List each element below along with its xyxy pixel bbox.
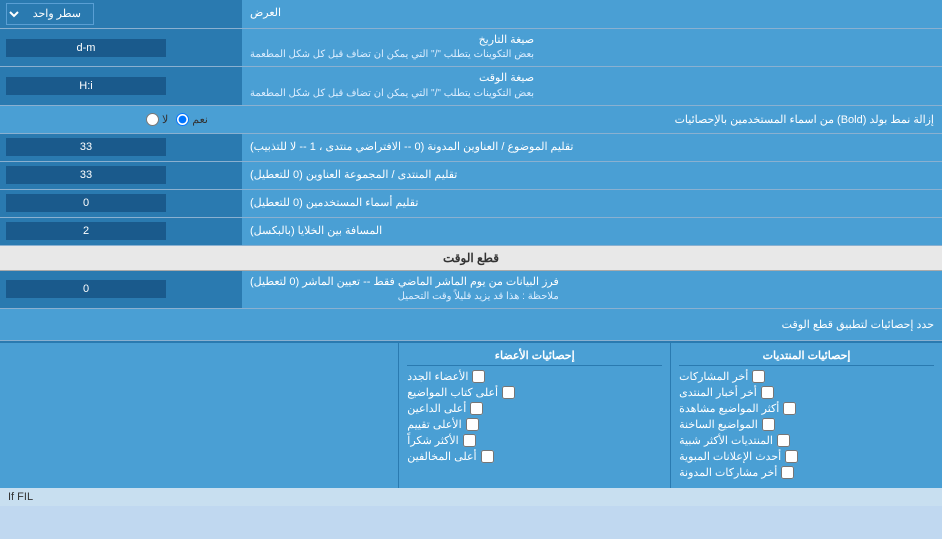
date-format-input-container [0, 29, 240, 66]
checkbox-forum-1[interactable] [752, 370, 765, 383]
checkbox-forum-2[interactable] [761, 386, 774, 399]
checkbox-forum-4[interactable] [762, 418, 775, 431]
list-item: الأعضاء الجدد [407, 370, 662, 383]
time-format-input-container [0, 67, 240, 104]
list-item: أكثر المواضيع مشاهدة [679, 402, 934, 415]
checkbox-forum-3[interactable] [783, 402, 796, 415]
bold-row: إزالة نمط بولد (Bold) من اسماء المستخدمي… [0, 106, 942, 134]
checkbox-member-1[interactable] [472, 370, 485, 383]
cell-spacing-input-container [0, 218, 240, 245]
list-item: أحدث الإعلانات المبوية [679, 450, 934, 463]
time-format-input[interactable] [6, 77, 166, 95]
forum-stats-header: إحصائيات المنتديات [679, 349, 934, 366]
checkbox-member-2[interactable] [502, 386, 515, 399]
forum-stats-column: إحصائيات المنتديات أخر المشاركات أخر أخب… [670, 343, 942, 488]
topics-input[interactable] [6, 138, 166, 156]
limit-row: حدد إحصائيات لتطبيق قطع الوقت [0, 309, 942, 341]
time-format-label: صيغة الوقت بعض التكوينات يتطلب "/" التي … [240, 67, 942, 104]
checkbox-forum-6[interactable] [785, 450, 798, 463]
member-stats-column: إحصائيات الأعضاء الأعضاء الجدد أعلى كتاب… [398, 343, 670, 488]
bold-label: إزالة نمط بولد (Bold) من اسماء المستخدمي… [208, 113, 934, 126]
checkbox-member-4[interactable] [466, 418, 479, 431]
list-item: المنتديات الأكثر شبية [679, 434, 934, 447]
usernames-label: تقليم أسماء المستخدمين (0 للتعطيل) [240, 190, 942, 217]
time-cutoff-label: فرز البيانات من يوم الماشر الماضي فقط --… [240, 271, 942, 308]
cell-spacing-label: المسافة بين الخلايا (بالبكسل) [240, 218, 942, 245]
bold-radio-no[interactable]: لا [146, 113, 168, 126]
usernames-input[interactable] [6, 194, 166, 212]
title-label: العرض [240, 0, 942, 28]
time-cutoff-header: قطع الوقت [0, 246, 942, 271]
checkbox-forum-5[interactable] [777, 434, 790, 447]
cell-spacing-input[interactable] [6, 222, 166, 240]
bold-radio-group: نعم لا [8, 113, 208, 126]
list-item: الأعلى تقييم [407, 418, 662, 431]
forum-headers-label: تقليم المنتدى / المجموعة العناوين (0 للت… [240, 162, 942, 189]
member-stats-header: إحصائيات الأعضاء [407, 349, 662, 366]
checkbox-member-3[interactable] [470, 402, 483, 415]
empty-column [0, 343, 398, 488]
date-format-label: صيغة التاريخ بعض التكوينات يتطلب "/" الت… [240, 29, 942, 66]
date-format-input[interactable] [6, 39, 166, 57]
list-item: أخر أخبار المنتدى [679, 386, 934, 399]
topics-input-container [0, 134, 240, 161]
list-item: أعلى المخالفين [407, 450, 662, 463]
checkboxes-section: إحصائيات المنتديات أخر المشاركات أخر أخب… [0, 341, 942, 488]
topics-label: تقليم الموضوع / العناوين المدونة (0 -- ا… [240, 134, 942, 161]
checkbox-forum-7[interactable] [781, 466, 794, 479]
list-item: أخر المشاركات [679, 370, 934, 383]
bold-radio-yes[interactable]: نعم [176, 113, 208, 126]
time-cutoff-input[interactable] [6, 280, 166, 298]
checkbox-member-5[interactable] [463, 434, 476, 447]
bottom-note: If FIL [0, 488, 942, 506]
limit-label: حدد إحصائيات لتطبيق قطع الوقت [8, 318, 934, 331]
time-cutoff-input-container [0, 271, 240, 308]
list-item: أعلى الداعين [407, 402, 662, 415]
usernames-input-container [0, 190, 240, 217]
display-select[interactable]: سطر واحد سطرين ثلاثة أسطر [6, 3, 94, 25]
forum-headers-input[interactable] [6, 166, 166, 184]
checkbox-member-6[interactable] [481, 450, 494, 463]
list-item: أعلى كتاب المواضيع [407, 386, 662, 399]
list-item: الأكثر شكراً [407, 434, 662, 447]
top-select-container: سطر واحد سطرين ثلاثة أسطر [0, 0, 240, 28]
forum-headers-input-container [0, 162, 240, 189]
list-item: المواضيع الساخنة [679, 418, 934, 431]
list-item: أخر مشاركات المدونة [679, 466, 934, 479]
